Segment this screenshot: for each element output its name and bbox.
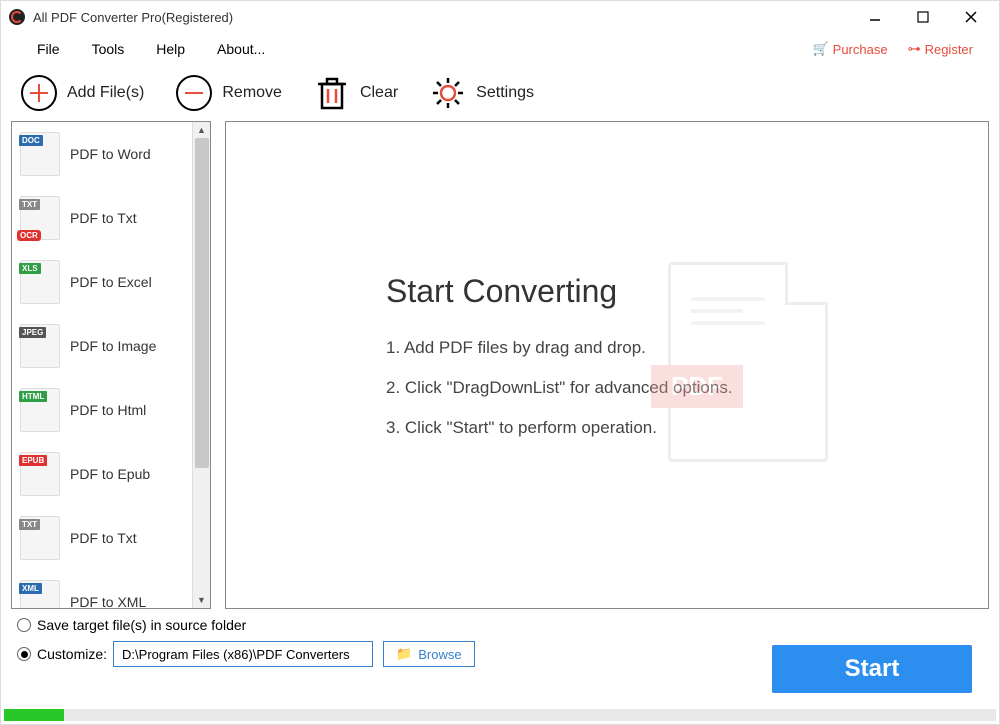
remove-label: Remove (222, 84, 282, 102)
file-icon: JPEG (20, 324, 60, 368)
file-badge: XLS (19, 263, 41, 274)
clear-button[interactable]: Clear (314, 75, 398, 111)
sidebar: DOC PDF to Word TXT OCR PDF to Txt XLS PDF to … (11, 121, 211, 609)
sidebar-item-5[interactable]: EPUB PDF to Epub (12, 442, 210, 506)
minus-icon (176, 75, 212, 111)
file-icon: HTML (20, 388, 60, 432)
file-icon: TXT (20, 516, 60, 560)
file-icon: EPUB (20, 452, 60, 496)
add-files-label: Add File(s) (67, 84, 144, 102)
file-badge: JPEG (19, 327, 46, 338)
sidebar-item-6[interactable]: TXT PDF to Txt (12, 506, 210, 570)
sidebar-item-label: PDF to Epub (70, 466, 150, 482)
main-panel[interactable]: PDF Start Converting 1. Add PDF files by… (225, 121, 989, 609)
remove-button[interactable]: Remove (176, 75, 282, 111)
gear-icon (430, 75, 466, 111)
settings-label: Settings (476, 84, 534, 102)
sidebar-item-label: PDF to Html (70, 402, 146, 418)
file-badge: EPUB (19, 455, 47, 466)
radio-customize[interactable] (17, 647, 31, 661)
file-icon: XML (20, 580, 60, 609)
sidebar-item-3[interactable]: JPEG PDF to Image (12, 314, 210, 378)
file-badge: HTML (19, 391, 47, 402)
settings-button[interactable]: Settings (430, 75, 534, 111)
sidebar-item-7[interactable]: XML PDF to XML (12, 570, 210, 609)
sidebar-item-1[interactable]: TXT OCR PDF to Txt (12, 186, 210, 250)
app-icon (9, 9, 25, 25)
clear-label: Clear (360, 84, 398, 102)
pdf-label: PDF (651, 365, 743, 408)
file-icon: TXT OCR (20, 196, 60, 240)
file-badge: DOC (19, 135, 43, 146)
sidebar-item-label: PDF to Excel (70, 274, 152, 290)
pdf-watermark-icon: PDF (668, 262, 828, 462)
folder-icon: 📁 (396, 646, 412, 662)
key-icon: ⊶ (908, 41, 921, 57)
menu-file[interactable]: File (21, 37, 76, 61)
path-input[interactable] (113, 641, 373, 667)
scroll-up-icon[interactable]: ▲ (193, 122, 210, 138)
sidebar-item-0[interactable]: DOC PDF to Word (12, 122, 210, 186)
plus-icon (21, 75, 57, 111)
file-icon: XLS (20, 260, 60, 304)
sidebar-item-label: PDF to XML (70, 594, 146, 609)
file-badge: TXT (19, 519, 40, 530)
register-label: Register (925, 42, 973, 57)
add-files-button[interactable]: Add File(s) (21, 75, 144, 111)
start-button[interactable]: Start (772, 645, 972, 693)
sidebar-item-4[interactable]: HTML PDF to Html (12, 378, 210, 442)
file-icon: DOC (20, 132, 60, 176)
sidebar-item-label: PDF to Txt (70, 210, 137, 226)
customize-label: Customize: (37, 646, 107, 662)
file-badge: XML (19, 583, 42, 594)
radio-save-source[interactable] (17, 618, 31, 632)
maximize-button[interactable] (911, 5, 935, 29)
sidebar-item-2[interactable]: XLS PDF to Excel (12, 250, 210, 314)
scrollbar[interactable]: ▲ ▼ (192, 122, 210, 608)
purchase-link[interactable]: 🛒 Purchase (812, 41, 887, 57)
purchase-label: Purchase (833, 42, 888, 57)
close-button[interactable] (959, 5, 983, 29)
menu-tools[interactable]: Tools (76, 37, 141, 61)
toolbar: Add File(s) Remove Clear Settings (1, 65, 999, 121)
scroll-thumb[interactable] (195, 138, 209, 468)
menubar: File Tools Help About... 🛒 Purchase ⊶ Re… (1, 33, 999, 65)
cart-icon: 🛒 (812, 41, 828, 57)
sidebar-item-label: PDF to Txt (70, 530, 137, 546)
menu-about[interactable]: About... (201, 37, 281, 61)
trash-icon (314, 75, 350, 111)
scroll-down-icon[interactable]: ▼ (193, 592, 210, 608)
file-badge: TXT (19, 199, 40, 210)
sidebar-item-label: PDF to Word (70, 146, 151, 162)
save-source-label: Save target file(s) in source folder (37, 617, 246, 633)
browse-label: Browse (418, 647, 461, 662)
progress-fill (4, 709, 64, 721)
register-link[interactable]: ⊶ Register (908, 41, 973, 57)
ocr-badge: OCR (17, 230, 41, 241)
minimize-button[interactable] (863, 5, 887, 29)
browse-button[interactable]: 📁 Browse (383, 641, 475, 667)
titlebar: All PDF Converter Pro(Registered) (1, 1, 999, 33)
progress-bar (4, 709, 996, 721)
sidebar-item-label: PDF to Image (70, 338, 156, 354)
menu-help[interactable]: Help (140, 37, 201, 61)
window-title: All PDF Converter Pro(Registered) (33, 10, 863, 25)
